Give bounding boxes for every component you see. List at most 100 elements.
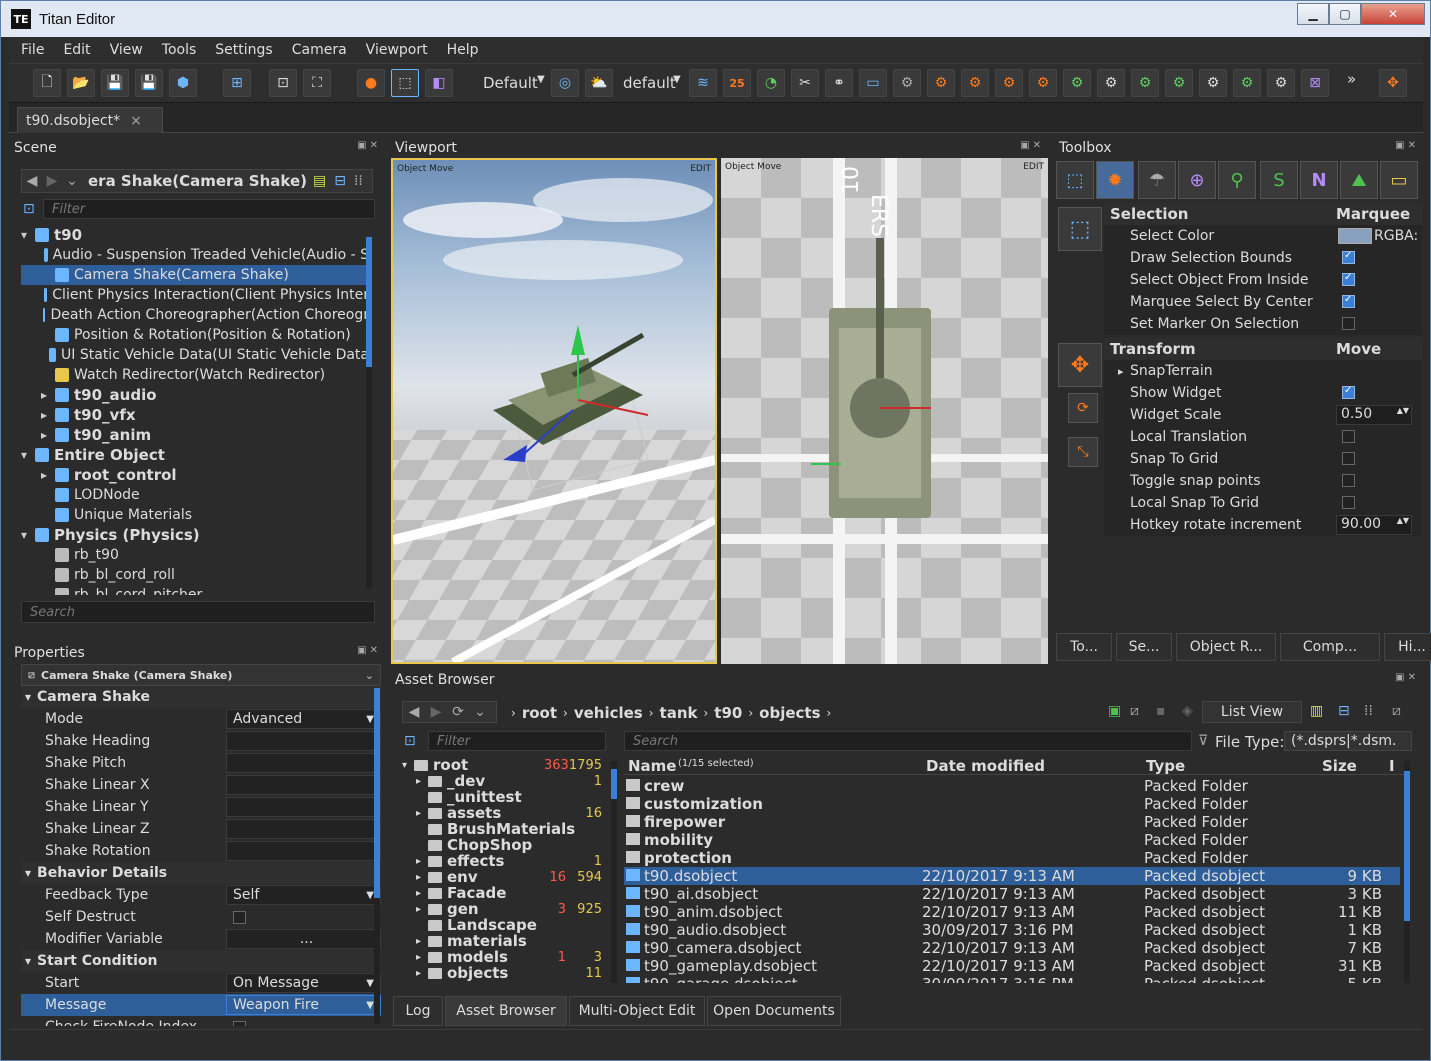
breadcrumb-item[interactable]: t90 xyxy=(714,704,742,722)
close-tab-icon[interactable]: × xyxy=(130,113,142,129)
property-value[interactable] xyxy=(226,731,381,751)
setting-checkbox[interactable] xyxy=(1342,452,1355,465)
asset-folder-row[interactable]: ▸ Facade xyxy=(400,884,610,902)
plugin-5-icon[interactable]: ⚙ xyxy=(1063,69,1091,97)
scene-tree-row[interactable]: Death Action Choreographer(Action Choreo… xyxy=(21,305,369,325)
layout-preset-dropdown[interactable]: Default xyxy=(483,74,538,92)
breadcrumb-item[interactable]: root xyxy=(522,704,557,722)
properties-object-selector[interactable]: ⧄ Camera Shake (Camera Shake) ⌄ xyxy=(21,664,381,686)
toolbox-tab[interactable]: Object R... xyxy=(1176,633,1276,661)
scrollbar-thumb[interactable] xyxy=(1404,771,1410,921)
column-extra[interactable]: I xyxy=(1389,757,1395,775)
color-swatch[interactable] xyxy=(1338,228,1372,244)
asset-folder-row[interactable]: Landscape xyxy=(400,916,610,934)
setting-checkbox[interactable] xyxy=(1342,496,1355,509)
save-all-icon[interactable]: 💾 xyxy=(135,69,163,97)
scene-tree-row[interactable]: rb_bl_cord_pitcher xyxy=(21,585,369,595)
setting-checkbox[interactable] xyxy=(1342,294,1355,308)
toolbar-overflow-icon[interactable]: » xyxy=(1347,70,1356,88)
viewport-top[interactable]: 10 ERS Object Move EDIT xyxy=(721,158,1048,664)
refresh-icon[interactable]: ⟳ xyxy=(447,704,469,720)
menu-camera[interactable]: Camera xyxy=(280,42,354,58)
toolbox-tab[interactable]: Se... xyxy=(1116,633,1172,661)
scene-tree-row[interactable]: ▾ Physics (Physics) xyxy=(21,525,369,545)
minimize-button[interactable]: ▁ xyxy=(1297,3,1329,25)
property-dropdown[interactable]: On Message ▼ xyxy=(226,973,381,993)
scene-tree-row[interactable]: ▸ t90_audio xyxy=(21,385,369,405)
panel-float-close-icon[interactable]: ▣✕ xyxy=(1395,140,1419,151)
expand-arrow-icon[interactable]: ▾ xyxy=(402,760,414,771)
bottom-tab[interactable]: Open Documents xyxy=(707,996,841,1026)
close-window-button[interactable]: ✕ xyxy=(1361,3,1425,25)
expand-arrow-icon[interactable]: ▾ xyxy=(21,228,35,242)
property-value[interactable] xyxy=(226,841,381,861)
column-date[interactable]: Date modified xyxy=(926,757,1045,775)
menu-view[interactable]: View xyxy=(98,42,150,58)
asset-file-row[interactable]: t90_anim.dsobject 22/10/2017 9:13 AM Packe… xyxy=(624,903,1400,921)
setting-checkbox[interactable] xyxy=(1342,430,1355,443)
expand-arrow-icon[interactable]: ▸ xyxy=(416,872,428,883)
delete-icon[interactable]: ⧄ xyxy=(1130,703,1139,719)
toolbox-tab[interactable]: To... xyxy=(1056,633,1112,661)
asset-file-row[interactable]: mobility Packed Folder xyxy=(624,831,1400,849)
plugin-12-icon[interactable]: ⊠ xyxy=(1301,69,1329,97)
setting-checkbox[interactable] xyxy=(1342,272,1355,286)
grid-toggle-icon[interactable]: ⁞⁞ xyxy=(354,173,363,189)
expand-arrow-icon[interactable]: ▸ xyxy=(416,856,428,867)
plugin-10-icon[interactable]: ⚙ xyxy=(1233,69,1261,97)
expand-arrow-icon[interactable]: ▸ xyxy=(41,468,55,482)
bottom-tab[interactable]: Multi-Object Edit xyxy=(569,996,705,1026)
breadcrumb-item[interactable]: objects xyxy=(759,704,820,722)
list-view-button[interactable]: List View xyxy=(1202,701,1302,723)
add-object-icon[interactable]: ⬢ xyxy=(169,69,197,97)
asset-tree-scrollbar[interactable] xyxy=(611,761,617,983)
scrollbar-thumb[interactable] xyxy=(374,688,380,898)
asset-filter-input[interactable]: Filter xyxy=(428,731,606,751)
list-toggle-icon[interactable]: ▤ xyxy=(313,173,326,189)
asset-folder-row[interactable]: ChopShop xyxy=(400,836,610,854)
asset-folder-row[interactable]: ▸ objects 11 xyxy=(400,964,610,982)
collapse-icon[interactable]: ⧄ xyxy=(1392,703,1401,719)
plugin-11-icon[interactable]: ⚙ xyxy=(1267,69,1295,97)
asset-file-row[interactable]: crew Packed Folder xyxy=(624,777,1400,795)
asset-folder-row[interactable]: ▸ effects 1 xyxy=(400,852,610,870)
bottom-tab[interactable]: Log xyxy=(393,996,443,1026)
asset-search-input[interactable]: Search xyxy=(624,731,1192,751)
frame-icon[interactable]: ⊡ xyxy=(269,69,297,97)
asset-file-row[interactable]: protection Packed Folder xyxy=(624,849,1400,867)
scene-tree-row[interactable]: rb_bl_cord_roll xyxy=(21,565,369,585)
expand-arrow-icon[interactable]: ▸ xyxy=(416,936,428,947)
file-type-dropdown[interactable]: (*.dsprs|*.dsm. xyxy=(1284,731,1412,751)
column-size[interactable]: Size xyxy=(1322,757,1357,775)
scene-filter-input[interactable]: Filter xyxy=(43,199,375,219)
plugin-7-icon[interactable]: ⚙ xyxy=(1131,69,1159,97)
marquee-tool-icon[interactable]: ⬚ xyxy=(1056,161,1094,199)
scene-tree-row[interactable]: Camera Shake(Camera Shake) xyxy=(21,265,369,285)
scene-tree-row[interactable]: Audio - Suspension Treaded Vehicle(Audio… xyxy=(21,245,369,265)
scene-tree-row[interactable]: rb_t90 xyxy=(21,545,369,565)
panel-float-close-icon[interactable]: ▣✕ xyxy=(357,645,381,656)
scene-tree-row[interactable]: ▸ t90_vfx xyxy=(21,405,369,425)
tools-icon[interactable]: ✂ xyxy=(791,69,819,97)
scrollbar-thumb[interactable] xyxy=(611,769,617,799)
scene-tree-row[interactable]: Position & Rotation(Position & Rotation) xyxy=(21,325,369,345)
scene-tree-row[interactable]: ▸ root_control xyxy=(21,465,369,485)
chevron-down-icon[interactable]: ⌄ xyxy=(469,704,491,720)
location-tool-icon[interactable]: ⚲ xyxy=(1218,161,1256,199)
fullscreen-icon[interactable]: ⛶ xyxy=(303,69,331,97)
asset-file-row[interactable]: t90.dsobject 22/10/2017 9:13 AM Packed dso… xyxy=(624,867,1400,885)
spin-arrows-icon[interactable]: ▲▼ xyxy=(1397,406,1409,415)
plugin-1-icon[interactable]: ⚙ xyxy=(927,69,955,97)
robot-tool-icon[interactable]: ⊕ xyxy=(1178,161,1216,199)
toolbox-tab[interactable]: Hi... xyxy=(1384,633,1431,661)
timer-icon[interactable]: ◔ xyxy=(757,69,785,97)
open-folder-icon[interactable]: 📂 xyxy=(67,69,95,97)
scrollbar-thumb[interactable] xyxy=(366,237,372,367)
move-gizmo-icon[interactable]: ✥ xyxy=(1379,69,1407,97)
panel-float-close-icon[interactable]: ▣✕ xyxy=(1020,140,1044,151)
property-checkbox[interactable] xyxy=(233,911,246,924)
property-value[interactable]: ... xyxy=(226,929,381,949)
setting-checkbox[interactable] xyxy=(1342,385,1355,399)
breadcrumb-item[interactable]: tank xyxy=(660,704,698,722)
layout-icon[interactable]: ◧ xyxy=(425,69,453,97)
